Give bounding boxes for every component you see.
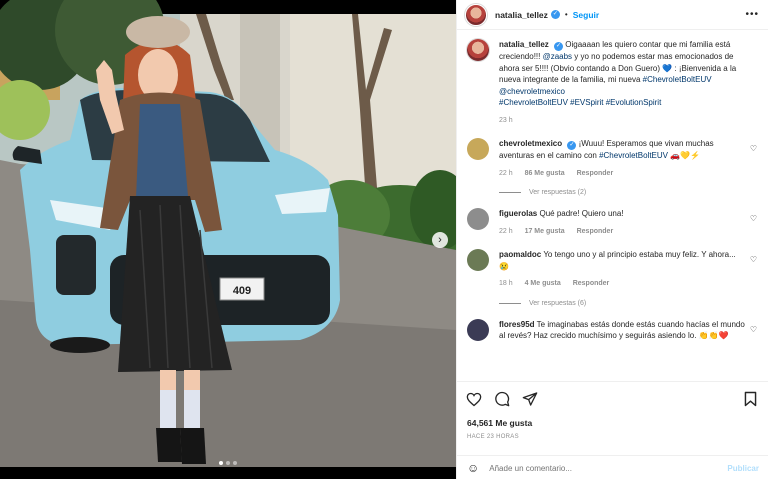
share-icon[interactable] — [521, 390, 539, 408]
reply-button[interactable]: Responder — [577, 228, 614, 235]
carousel-dots — [0, 461, 456, 465]
comment-time[interactable]: 22 h — [499, 170, 513, 177]
likes-count[interactable]: 64,561 Me gusta — [467, 418, 532, 428]
comment-time[interactable]: 18 h — [499, 280, 513, 287]
view-replies-label: Ver respuestas (6) — [529, 299, 587, 307]
caption: natalia_tellez ✓ Oigaaaan les quiero con… — [467, 39, 759, 126]
comment-username[interactable]: flores95d — [499, 320, 535, 329]
view-replies-label: Ver respuestas (2) — [529, 189, 587, 196]
license-plate-text: 409 — [233, 285, 251, 297]
comment-username[interactable]: paomaldoc — [499, 250, 541, 259]
caption-time[interactable]: 23 h — [499, 117, 513, 124]
comments-list[interactable]: natalia_tellez ✓ Oigaaaan les quiero con… — [457, 31, 768, 380]
add-comment-bar: ☺ Publicar — [457, 455, 768, 479]
reply-button[interactable]: Responder — [573, 280, 610, 287]
header-separator: • — [564, 10, 568, 19]
caption-avatar[interactable] — [467, 39, 489, 61]
commenter-avatar[interactable] — [467, 138, 489, 160]
verified-icon: ✓ — [554, 42, 564, 51]
comment-icon[interactable] — [493, 390, 511, 408]
commenter-avatar[interactable] — [467, 249, 489, 271]
comment-text: Qué padre! Quiero una! — [539, 209, 624, 218]
comment-likes[interactable]: 4 Me gusta — [525, 280, 561, 287]
comment-text-after: 🚗💛⚡ — [667, 151, 701, 160]
bookmark-icon[interactable] — [741, 390, 759, 408]
next-photo-button[interactable]: › — [432, 232, 448, 248]
post-header: natalia_tellez ✓ • Seguir ••• — [457, 0, 768, 30]
caption-mention-2[interactable]: @chevroletmexico — [499, 87, 565, 96]
commenter-avatar[interactable] — [467, 318, 489, 341]
like-comment-heart-icon[interactable]: ♡ — [750, 325, 757, 334]
post-time-ago[interactable]: HACE 23 HORAS — [467, 434, 519, 440]
comment-time[interactable]: 22 h — [499, 228, 513, 235]
comment-username[interactable]: figuerolas — [499, 209, 537, 218]
verified-icon: ✓ — [550, 10, 560, 19]
comment-item: flores95d Te imaginabas estás donde está… — [467, 318, 759, 342]
view-replies-button[interactable]: Ver respuestas (6) — [499, 300, 759, 307]
like-comment-heart-icon[interactable]: ♡ — [750, 144, 757, 153]
carousel-dot — [226, 461, 230, 465]
commenter-avatar[interactable] — [467, 208, 489, 230]
add-comment-input[interactable] — [489, 463, 728, 473]
comment-likes[interactable]: 86 Me gusta — [525, 170, 565, 177]
comment-likes[interactable]: 17 Me gusta — [525, 228, 565, 235]
author-username[interactable]: natalia_tellez — [495, 10, 548, 20]
post-photo[interactable]: 409 › — [0, 0, 456, 479]
author-avatar[interactable] — [465, 3, 487, 26]
comment-text: Te imaginabas estás donde estás cuando h… — [499, 319, 745, 341]
comment-hashtag[interactable]: #ChevroletBoltEUV — [599, 151, 668, 160]
view-replies-button[interactable]: Ver respuestas (2) — [499, 189, 759, 196]
follow-button[interactable]: Seguir — [573, 10, 599, 20]
more-icon[interactable]: ••• — [745, 9, 759, 20]
publish-button[interactable]: Publicar — [727, 464, 759, 473]
emoji-icon[interactable]: ☺ — [467, 461, 479, 475]
comment-item: figuerolas Qué padre! Quiero una! 22 h 1… — [467, 208, 759, 237]
heart-icon[interactable] — [465, 390, 483, 408]
like-comment-heart-icon[interactable]: ♡ — [750, 255, 757, 264]
carousel-dot — [233, 461, 237, 465]
verified-icon: ✓ — [567, 141, 577, 150]
caption-username[interactable]: natalia_tellez — [499, 40, 549, 49]
like-comment-heart-icon[interactable]: ♡ — [750, 214, 757, 223]
comment-username[interactable]: chevroletmexico — [499, 139, 562, 148]
comment-item: paomaldoc Yo tengo uno y al principio es… — [467, 249, 759, 290]
caption-hashtag-1[interactable]: #ChevroletBoltEUV — [643, 75, 712, 84]
carousel-dot — [219, 461, 223, 465]
reply-button[interactable]: Responder — [577, 170, 614, 177]
caption-mention-1[interactable]: @zaabs — [543, 52, 572, 61]
post-side-panel: natalia_tellez ✓ • Seguir ••• natalia_te… — [456, 0, 768, 479]
comment-item: chevroletmexico ✓ ¡Wuuu! Esperamos que v… — [467, 138, 759, 179]
chevron-right-icon: › — [438, 234, 442, 246]
post-image: 409 — [0, 0, 456, 479]
post-actions: 64,561 Me gusta HACE 23 HORAS ☺ Publicar — [457, 381, 768, 479]
caption-hashtags-2[interactable]: #ChevroletBoltEUV #EVSpirit #EvolutionSp… — [499, 98, 661, 107]
